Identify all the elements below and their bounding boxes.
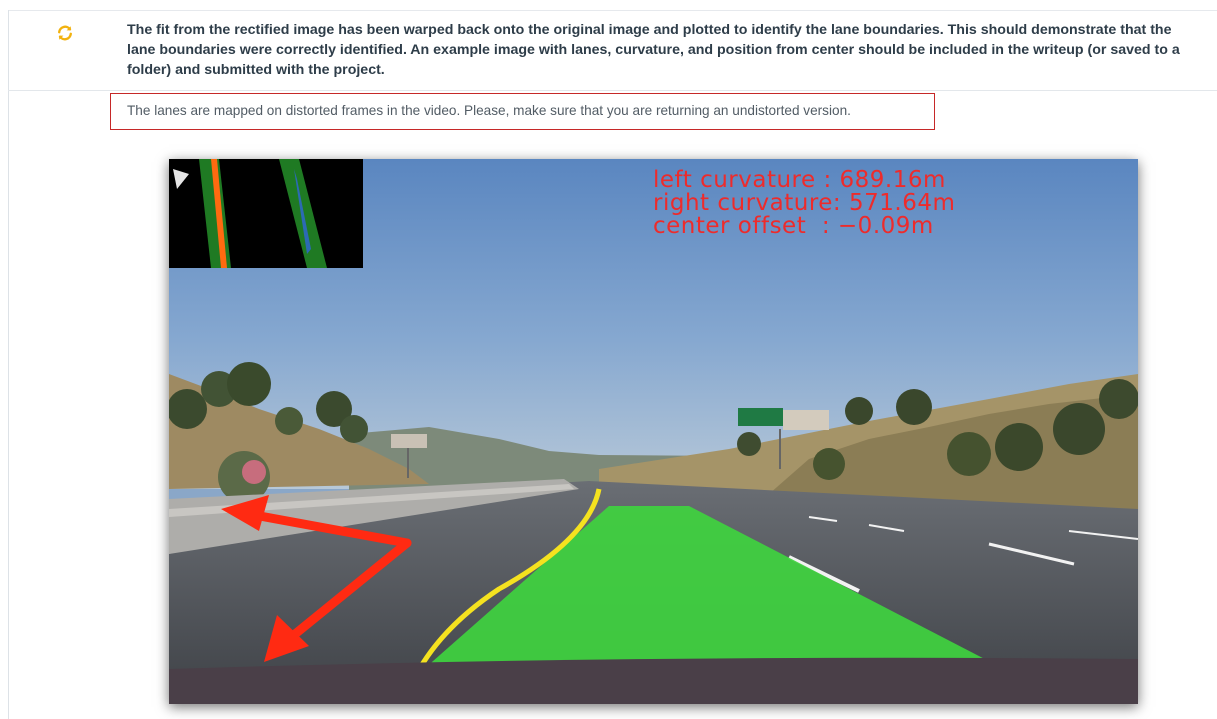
center-offset-label: center offset : −0.09m [653,213,934,239]
reviewer-note-box: The lanes are mapped on distorted frames… [110,93,935,130]
road-scene-image: left curvature : 689.16m right curvature… [169,159,1138,704]
rubric-criteria-text: The fit from the rectified image has bee… [127,22,1180,78]
annotated-video-frame: left curvature : 689.16m right curvature… [169,159,1138,704]
section-divider [8,90,1217,91]
reviewer-note-text: The lanes are mapped on distorted frames… [127,103,851,118]
left-border [8,10,9,719]
top-divider [8,10,1217,11]
review-section: The fit from the rectified image has bee… [0,0,1217,719]
refresh-icon [58,25,72,41]
